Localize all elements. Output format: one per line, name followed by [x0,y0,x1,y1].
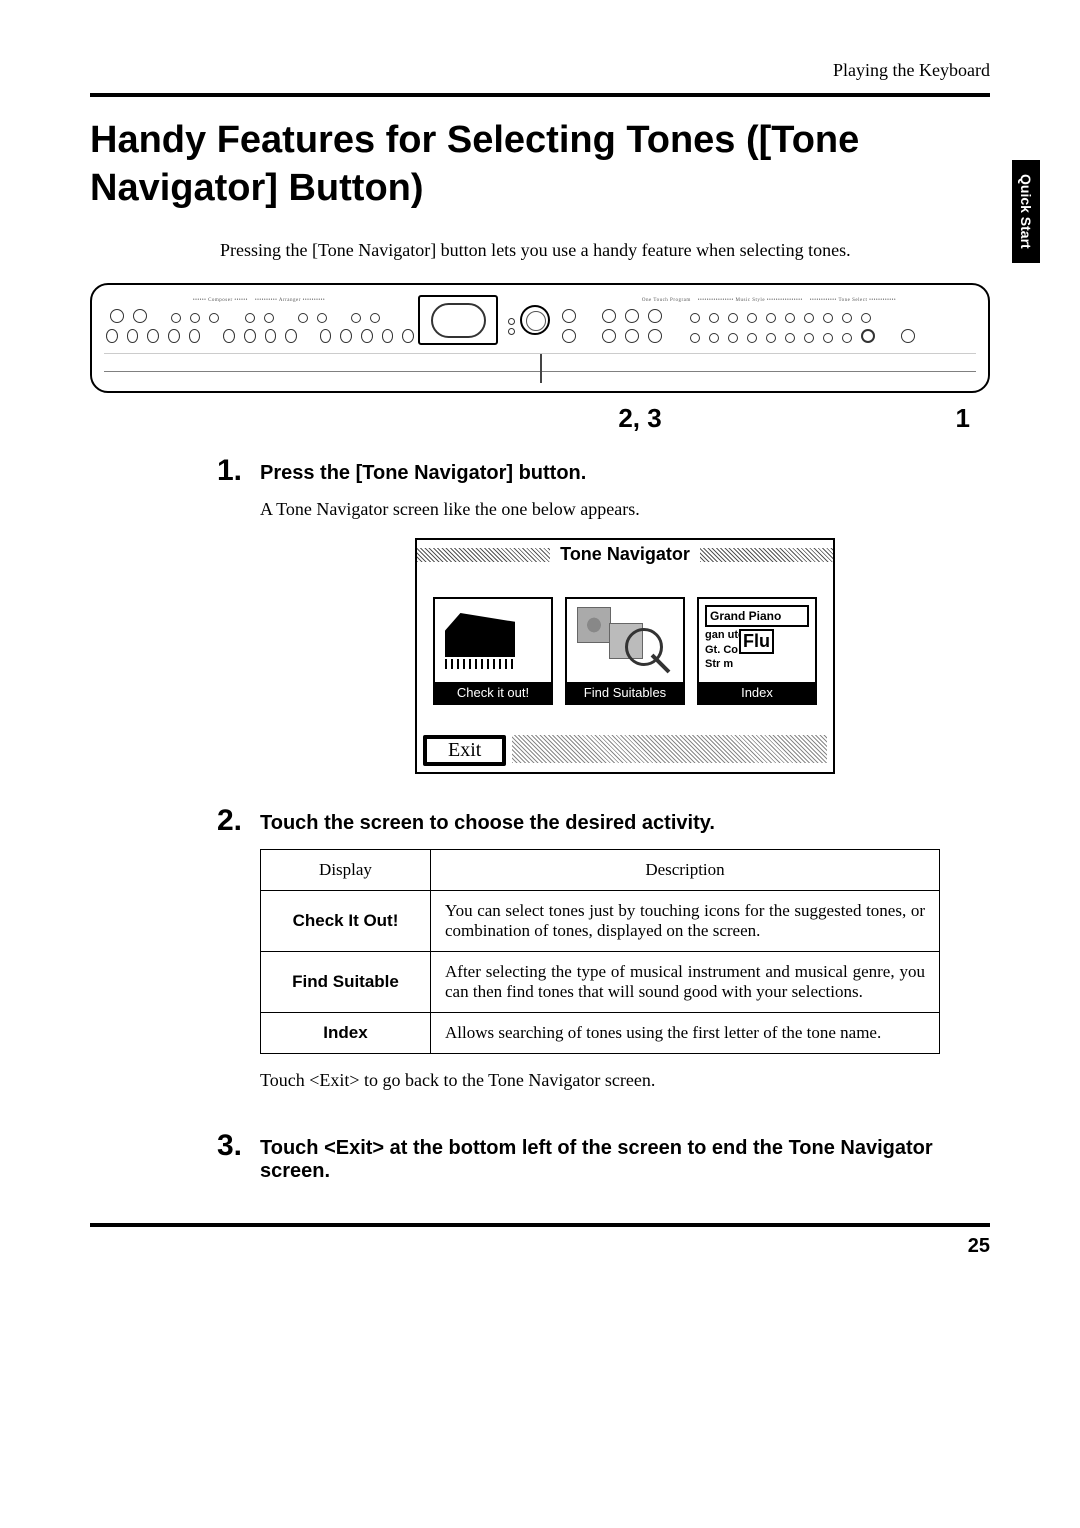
row-desc-index: Allows searching of tones using the firs… [431,1013,940,1054]
row-label-index: Index [261,1013,431,1054]
step-number-1: 1. [90,454,260,784]
exit-button-image: Exit [423,735,506,766]
row-label-find: Find Suitable [261,952,431,1013]
hatch-pattern-icon [700,548,833,562]
table-note: Touch <Exit> to go back to the Tone Navi… [260,1070,990,1091]
index-line-3: Str m [705,657,809,671]
keyboard-diagram: •••••• Composer •••••• •••••••••• Arrang… [90,283,990,393]
diagram-label-1: 1 [930,403,970,434]
hatch-pattern-icon [417,548,550,562]
activity-table: Display Description Check It Out! You ca… [260,849,940,1054]
step-number-2: 2. [90,804,260,1109]
step-1-heading: Press the [Tone Navigator] button. [260,454,990,485]
table-row: Index Allows searching of tones using th… [261,1013,940,1054]
page-number: 25 [90,1235,990,1258]
card-label-index: Index [699,682,815,703]
card-find-suitables: Find Suitables [565,597,685,705]
lcd-screen-icon [418,295,498,345]
table-header-display: Display [261,850,431,891]
step-number-3: 3. [90,1129,260,1197]
piano-keys-icon [104,353,976,383]
card-label-check: Check it out! [435,682,551,703]
step-3-heading: Touch <Exit> at the bottom left of the s… [260,1129,990,1183]
intro-text: Pressing the [Tone Navigator] button let… [220,240,990,261]
table-row: Find Suitable After selecting the type o… [261,952,940,1013]
table-row: Check It Out! You can select tones just … [261,891,940,952]
magnifier-handle-icon [651,654,671,674]
grand-piano-icon [445,613,515,669]
index-flu-overlay: Flu [739,629,774,654]
card-label-find: Find Suitables [567,682,683,703]
row-desc-find: After selecting the type of musical inst… [431,952,940,1013]
row-label-check: Check It Out! [261,891,431,952]
card-check-it-out: Check it out! [433,597,553,705]
tone-navigator-screenshot: Tone Navigator Check it out! [415,538,835,774]
page-title: Handy Features for Selecting Tones ([Ton… [90,117,990,212]
index-top-text: Grand Piano [705,605,809,627]
header-rule [90,93,990,97]
footer-rule [90,1223,990,1227]
step-1-text: A Tone Navigator screen like the one bel… [260,499,990,520]
tone-navigator-button-icon [861,329,875,343]
step-2-heading: Touch the screen to choose the desired a… [260,804,990,835]
instrument-icon [577,607,611,643]
dial-icon [520,305,550,335]
diagram-label-23: 2, 3 [350,403,930,434]
hatch-pattern-icon [512,735,827,763]
card-index: Grand Piano gan ute Gt. Co Str m Flu Ind… [697,597,817,705]
tone-nav-title: Tone Navigator [550,544,700,565]
header-section: Playing the Keyboard [90,60,990,81]
side-tab-quick-start: Quick Start [1012,160,1040,263]
table-header-description: Description [431,850,940,891]
row-desc-check: You can select tones just by touching ic… [431,891,940,952]
diagram-step-labels: 2, 3 1 [90,403,990,434]
